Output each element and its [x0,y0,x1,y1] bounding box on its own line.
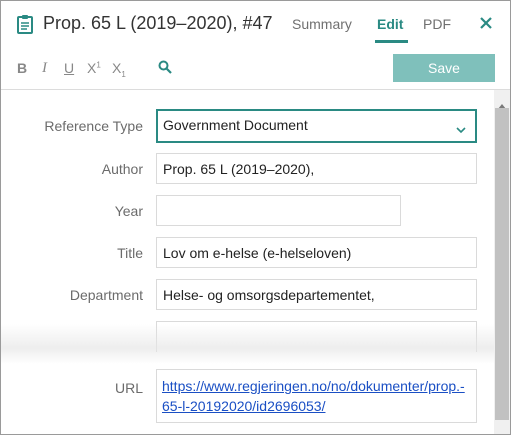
superscript-mark: 1 [96,60,101,70]
tab-edit[interactable]: Edit [377,16,403,32]
bold-button[interactable]: B [17,60,27,76]
reference-type-label: Reference Type [44,118,143,134]
active-tab-indicator [375,40,408,43]
close-icon[interactable] [479,16,493,35]
subscript-mark: 1 [121,69,126,79]
title-label: Title [117,245,143,261]
author-field[interactable]: Prop. 65 L (2019–2020), [156,153,477,184]
italic-button[interactable]: I [42,60,47,77]
department-field[interactable]: Helse- og omsorgsdepartementet, [156,279,477,310]
format-toolbar: B I U X1 X1 Save [1,47,510,89]
form-scroll-area: Reference Type Government Document Autho… [1,90,510,434]
search-icon[interactable] [158,60,172,79]
subscript-base: X [112,60,122,76]
title-field[interactable]: Lov om e-helse (e-helseloven) [156,237,477,268]
url-link[interactable]: https://www.regjeringen.no/no/dokumenter… [162,378,465,414]
superscript-base: X [87,60,97,76]
year-label: Year [114,203,143,219]
tab-summary[interactable]: Summary [292,16,352,32]
department-label: Department [69,287,143,303]
scroll-fade [1,324,494,364]
tab-pdf[interactable]: PDF [423,16,451,32]
save-button[interactable]: Save [393,54,495,82]
scrollbar-thumb[interactable] [495,108,509,420]
reference-type-select[interactable]: Government Document [156,109,477,143]
reference-editor-panel: Prop. 65 L (2019–2020), #47 Summary Edit… [0,0,511,435]
reference-type-value: Government Document [163,117,308,133]
subscript-button[interactable]: X1 [112,60,126,79]
superscript-button[interactable]: X1 [87,60,101,76]
year-field[interactable] [156,195,401,226]
document-icon [17,14,33,39]
url-label: URL [114,380,143,396]
url-field[interactable]: https://www.regjeringen.no/no/dokumenter… [156,369,477,423]
underline-button[interactable]: U [64,60,74,76]
author-label: Author [101,161,143,177]
document-title: Prop. 65 L (2019–2020), #47 [43,13,273,33]
chevron-down-icon [456,121,466,137]
header: Prop. 65 L (2019–2020), #47 Summary Edit… [1,1,510,47]
